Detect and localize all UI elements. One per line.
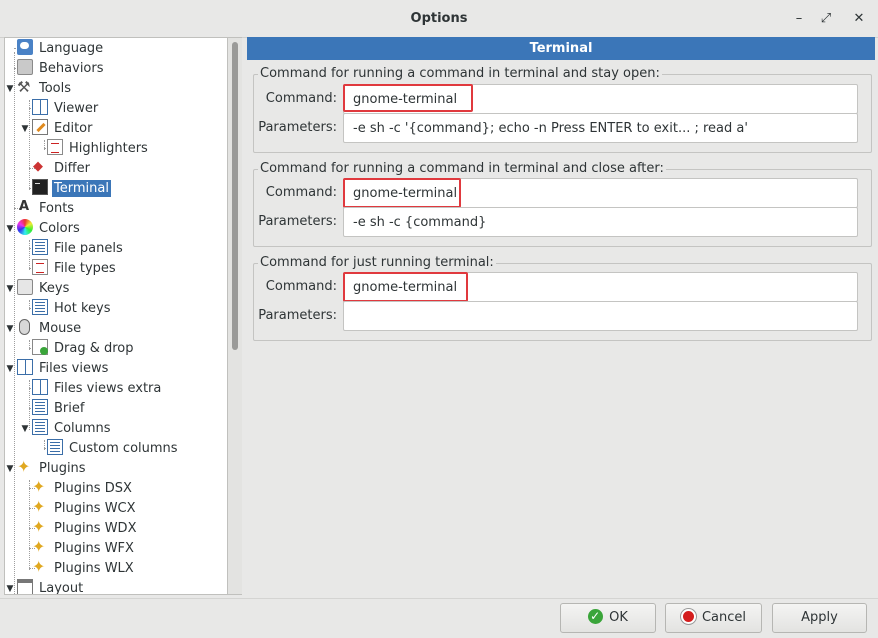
command-label: Command: — [265, 185, 337, 200]
files-views-icon — [17, 359, 33, 375]
plugin-icon — [32, 557, 48, 577]
tree-item-custom-columns[interactable]: Custom columns — [47, 439, 180, 459]
command-input-just-terminal[interactable] — [343, 272, 858, 302]
parameters-input-stay-open[interactable] — [343, 113, 858, 143]
tree-item-plugins-wdx[interactable]: Plugins WDX — [32, 517, 138, 539]
mouse-icon — [19, 319, 30, 335]
title-bar: Options – ⤢ ✕ — [0, 0, 878, 38]
file-panels-icon — [32, 239, 48, 255]
tree-item-plugins-wfx[interactable]: Plugins WFX — [32, 537, 136, 559]
chevron-down-icon[interactable]: ▼ — [20, 119, 30, 139]
tree-item-keys[interactable]: ▼ Keys — [7, 279, 71, 299]
custom-columns-icon — [47, 439, 63, 455]
tree-item-language[interactable]: Language — [17, 39, 105, 59]
hot-keys-icon — [32, 299, 48, 315]
command-label: Command: — [265, 279, 337, 294]
group-label: Command for running a command in termina… — [258, 161, 666, 177]
group-label: Command for just running terminal: — [258, 255, 496, 271]
scrollbar-thumb[interactable] — [232, 42, 238, 350]
tree-item-plugins-wlx[interactable]: Plugins WLX — [32, 557, 136, 579]
colors-icon — [17, 219, 33, 235]
tree-item-columns[interactable]: ▼ Columns — [22, 419, 113, 439]
drag-drop-icon — [32, 339, 48, 355]
apply-button[interactable]: Apply — [772, 603, 867, 633]
options-tree[interactable]: Language Behaviors ▼Tools Viewer ▼Editor… — [4, 37, 228, 595]
parameters-label: Parameters: — [258, 308, 337, 323]
close-button[interactable]: ✕ — [849, 9, 869, 29]
plugin-icon — [32, 477, 48, 497]
chevron-down-icon[interactable]: ▼ — [5, 579, 15, 594]
parameters-input-just-terminal[interactable] — [343, 301, 858, 331]
chevron-down-icon[interactable]: ▼ — [5, 319, 15, 339]
chevron-down-icon[interactable]: ▼ — [5, 459, 15, 479]
tree-item-drag-drop[interactable]: Drag & drop — [32, 339, 136, 359]
tree-item-files-views-extra[interactable]: Files views extra — [32, 379, 163, 399]
tree-connector — [29, 480, 30, 570]
tree-item-file-types[interactable]: File types — [32, 259, 118, 279]
layout-icon — [17, 579, 33, 594]
viewer-icon — [32, 99, 48, 115]
editor-icon — [32, 119, 48, 135]
chevron-down-icon[interactable]: ▼ — [20, 419, 30, 439]
plugins-icon — [17, 457, 33, 477]
tree-item-brief[interactable]: Brief — [32, 399, 86, 419]
tree-connector — [29, 240, 30, 270]
tree-item-plugins-dsx[interactable]: Plugins DSX — [32, 477, 134, 499]
tree-item-colors[interactable]: ▼ Colors — [7, 219, 82, 239]
files-views-extra-icon — [32, 379, 48, 395]
minimize-button[interactable]: – — [789, 9, 809, 29]
plugin-icon — [32, 517, 48, 537]
differ-icon — [32, 158, 48, 176]
tree-item-layout[interactable]: ▼ Layout — [7, 579, 85, 594]
tree-item-editor[interactable]: ▼ Editor — [22, 119, 94, 139]
tree-item-viewer[interactable]: Viewer — [32, 99, 100, 119]
tree-item-tools[interactable]: ▼Tools — [7, 77, 73, 99]
columns-icon — [32, 419, 48, 435]
panel-title: Terminal — [247, 37, 875, 60]
language-icon — [17, 39, 33, 55]
behaviors-icon — [17, 59, 33, 75]
window-title: Options — [410, 11, 468, 26]
tree-connector — [29, 100, 30, 190]
tree-item-mouse[interactable]: ▼ Mouse — [7, 319, 83, 339]
group-label: Command for running a command in termina… — [258, 66, 662, 82]
tree-item-fonts[interactable]: Fonts — [17, 198, 76, 219]
terminal-icon — [32, 179, 48, 195]
parameters-input-close-after[interactable] — [343, 207, 858, 237]
tree-item-behaviors[interactable]: Behaviors — [17, 59, 106, 79]
tree-item-differ[interactable]: Differ — [32, 158, 92, 179]
chevron-down-icon[interactable]: ▼ — [5, 79, 15, 99]
tree-scrollbar[interactable] — [228, 37, 242, 595]
chevron-down-icon[interactable]: ▼ — [5, 279, 15, 299]
parameters-label: Parameters: — [258, 120, 337, 135]
tree-item-terminal[interactable]: Terminal — [32, 179, 111, 199]
tools-icon — [17, 77, 33, 97]
cancel-button[interactable]: Cancel — [665, 603, 762, 633]
highlighters-icon — [47, 139, 63, 155]
brief-icon — [32, 399, 48, 415]
maximize-button[interactable]: ⤢ — [816, 9, 836, 29]
keys-icon — [17, 279, 33, 295]
parameters-label: Parameters: — [258, 214, 337, 229]
command-label: Command: — [265, 91, 337, 106]
tree-item-file-panels[interactable]: File panels — [32, 239, 125, 259]
plugin-icon — [32, 537, 48, 557]
command-input-stay-open[interactable] — [343, 84, 858, 114]
plugin-icon — [32, 497, 48, 517]
ok-button[interactable]: OK — [560, 603, 656, 633]
chevron-down-icon[interactable]: ▼ — [5, 359, 15, 379]
tree-item-plugins[interactable]: ▼Plugins — [7, 457, 88, 479]
file-types-icon — [32, 259, 48, 275]
stop-icon — [680, 609, 696, 624]
chevron-down-icon[interactable]: ▼ — [5, 219, 15, 239]
check-icon — [588, 607, 604, 625]
tree-item-plugins-wcx[interactable]: Plugins WCX — [32, 497, 138, 519]
tree-item-hot-keys[interactable]: Hot keys — [32, 299, 113, 319]
tree-item-highlighters[interactable]: Highlighters — [47, 139, 150, 159]
tree-item-files-views[interactable]: ▼ Files views — [7, 359, 110, 379]
command-input-close-after[interactable] — [343, 178, 858, 208]
fonts-icon — [17, 198, 33, 216]
